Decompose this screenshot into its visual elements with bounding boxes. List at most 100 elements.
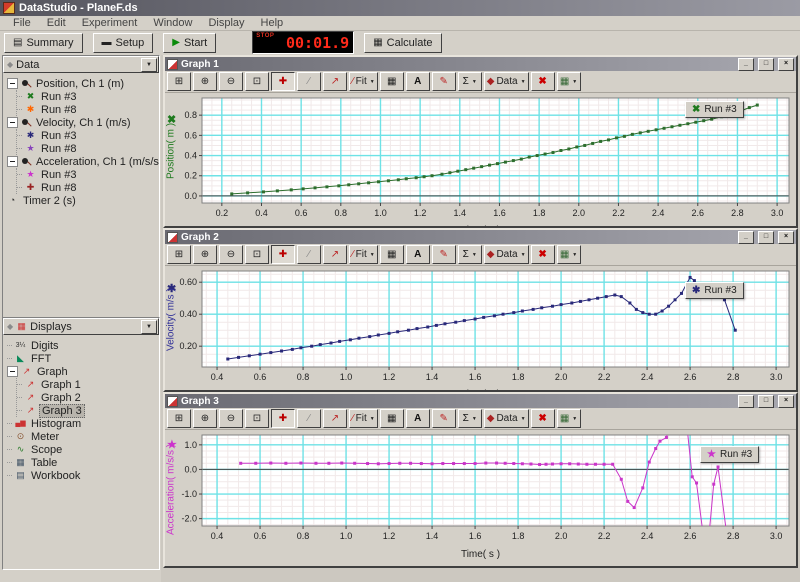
graph2-title-bar[interactable]: Graph 2 _ □ ×	[165, 230, 796, 244]
display-item-table[interactable]: ▦Table	[7, 456, 159, 469]
data-item-velocity[interactable]: Velocity, Ch 1 (m/s)	[7, 116, 159, 129]
note-tool-button[interactable]: ✎	[432, 72, 456, 91]
calculator-button[interactable]: ▦	[380, 72, 404, 91]
menu-window[interactable]: Window	[146, 17, 199, 29]
slope-tool-button[interactable]: ∕	[297, 245, 321, 264]
data-menu-button[interactable]: ◆Data▼	[484, 409, 529, 428]
display-item-graph-3[interactable]: ↗Graph 3	[17, 404, 159, 417]
displays-panel-header[interactable]: ◆ ▦ Displays ▼	[3, 318, 159, 335]
axis-settings-button[interactable]: ▦▼	[557, 409, 581, 428]
display-item-graph[interactable]: ↗Graph	[7, 365, 159, 378]
data-panel-dropdown-button[interactable]: ▼	[141, 58, 157, 72]
zoom-in-button[interactable]: ⊕	[193, 72, 217, 91]
menu-file[interactable]: File	[6, 17, 38, 29]
close-button[interactable]: ×	[778, 231, 794, 244]
graph3-title-bar[interactable]: Graph 3 _ □ ×	[165, 394, 796, 408]
display-item-scope[interactable]: ∿Scope	[7, 443, 159, 456]
statistics-button[interactable]: Σ▼	[458, 409, 482, 428]
statistics-button[interactable]: Σ▼	[458, 72, 482, 91]
display-item-histogram[interactable]: ▄▆Histogram	[7, 417, 159, 430]
graph1-title-bar[interactable]: Graph 1 _ □ ×	[165, 57, 796, 71]
run-item[interactable]: ✱Run #8	[17, 103, 159, 116]
data-item-position[interactable]: Position, Ch 1 (m)	[7, 77, 159, 90]
summary-button[interactable]: ▤ Summary	[4, 33, 83, 53]
graph3-plot-area[interactable]: 0.40.60.81.01.21.41.61.82.02.22.42.62.83…	[165, 430, 796, 567]
note-tool-button[interactable]: ✎	[432, 245, 456, 264]
graph1-legend[interactable]: ✖ Run #3	[685, 101, 744, 118]
run-item[interactable]: ★Run #3	[17, 168, 159, 181]
display-item-meter[interactable]: ⊙Meter	[7, 430, 159, 443]
menu-edit[interactable]: Edit	[40, 17, 73, 29]
run-item[interactable]: ★Run #8	[17, 142, 159, 155]
calculate-button[interactable]: ▦ Calculate	[364, 33, 441, 53]
minimize-button[interactable]: _	[738, 58, 754, 71]
scale-to-fit-button[interactable]: ⊞	[167, 409, 191, 428]
smart-tool-button[interactable]: ✚	[271, 72, 295, 91]
calculator-button[interactable]: ▦	[380, 245, 404, 264]
zoom-select-button[interactable]: ⊡	[245, 245, 269, 264]
run-item[interactable]: ✱Run #3	[17, 129, 159, 142]
fit-menu-button[interactable]: ∕Fit▼	[349, 72, 378, 91]
menu-help[interactable]: Help	[254, 17, 291, 29]
display-item-digits[interactable]: 3¼Digits	[7, 339, 159, 352]
slope-tool-button[interactable]: ∕	[297, 72, 321, 91]
fit-menu-button[interactable]: ∕Fit▼	[349, 245, 378, 264]
close-button[interactable]: ×	[778, 395, 794, 408]
scale-to-fit-button[interactable]: ⊞	[167, 245, 191, 264]
start-button[interactable]: ▶ Start	[163, 33, 216, 53]
calculator-button[interactable]: ▦	[380, 409, 404, 428]
data-item-acceleration[interactable]: Acceleration, Ch 1 (m/s/s)	[7, 155, 159, 168]
zoom-out-button[interactable]: ⊖	[219, 245, 243, 264]
graph2-plot-area[interactable]: 0.40.60.81.01.21.41.61.82.02.22.42.62.83…	[165, 266, 796, 391]
title-bar[interactable]: DataStudio - PlaneF.ds	[0, 0, 800, 16]
text-tool-button[interactable]: A	[406, 409, 430, 428]
setup-button[interactable]: ▬ Setup	[93, 33, 154, 53]
zoom-select-button[interactable]: ⊡	[245, 72, 269, 91]
collapse-toggle-icon[interactable]	[7, 366, 18, 377]
annotate-line-button[interactable]: ↗	[323, 245, 347, 264]
text-tool-button[interactable]: A	[406, 245, 430, 264]
note-tool-button[interactable]: ✎	[432, 409, 456, 428]
annotate-line-button[interactable]: ↗	[323, 72, 347, 91]
zoom-in-button[interactable]: ⊕	[193, 409, 217, 428]
annotate-line-button[interactable]: ↗	[323, 409, 347, 428]
maximize-button[interactable]: □	[758, 395, 774, 408]
display-item-fft[interactable]: ◣FFT	[7, 352, 159, 365]
zoom-select-button[interactable]: ⊡	[245, 409, 269, 428]
axis-settings-button[interactable]: ▦▼	[557, 245, 581, 264]
zoom-out-button[interactable]: ⊖	[219, 72, 243, 91]
run-item[interactable]: ✖Run #3	[17, 90, 159, 103]
data-panel-header[interactable]: ◆ Data ▼	[3, 56, 159, 73]
delete-button[interactable]: ✖	[531, 409, 555, 428]
delete-button[interactable]: ✖	[531, 72, 555, 91]
smart-tool-button[interactable]: ✚	[271, 409, 295, 428]
fit-menu-button[interactable]: ∕Fit▼	[349, 409, 378, 428]
graph3-legend[interactable]: ★ Run #3	[700, 446, 759, 463]
close-button[interactable]: ×	[778, 58, 794, 71]
minimize-button[interactable]: _	[738, 395, 754, 408]
run-item[interactable]: ✚Run #8	[17, 181, 159, 194]
scale-to-fit-button[interactable]: ⊞	[167, 72, 191, 91]
displays-panel-dropdown-button[interactable]: ▼	[141, 320, 157, 334]
slope-tool-button[interactable]: ∕	[297, 409, 321, 428]
graph2-legend[interactable]: ✱ Run #3	[685, 282, 744, 299]
display-item-graph-1[interactable]: ↗Graph 1	[17, 378, 159, 391]
maximize-button[interactable]: □	[758, 231, 774, 244]
data-menu-button[interactable]: ◆Data▼	[484, 72, 529, 91]
menu-experiment[interactable]: Experiment	[75, 17, 145, 29]
axis-settings-button[interactable]: ▦▼	[557, 72, 581, 91]
smart-tool-button[interactable]: ✚	[271, 245, 295, 264]
delete-button[interactable]: ✖	[531, 245, 555, 264]
collapse-toggle-icon[interactable]	[7, 78, 18, 89]
menu-display[interactable]: Display	[201, 17, 251, 29]
graph1-plot-area[interactable]: 0.20.40.60.81.01.21.41.61.82.02.22.42.62…	[165, 93, 796, 227]
statistics-button[interactable]: Σ▼	[458, 245, 482, 264]
maximize-button[interactable]: □	[758, 58, 774, 71]
minimize-button[interactable]: _	[738, 231, 754, 244]
zoom-out-button[interactable]: ⊖	[219, 409, 243, 428]
collapse-toggle-icon[interactable]	[7, 156, 18, 167]
data-item-timer-2-s-[interactable]: ◔Timer 2 (s)	[7, 194, 159, 207]
display-item-graph-2[interactable]: ↗Graph 2	[17, 391, 159, 404]
display-item-workbook[interactable]: ▤Workbook	[7, 469, 159, 482]
zoom-in-button[interactable]: ⊕	[193, 245, 217, 264]
